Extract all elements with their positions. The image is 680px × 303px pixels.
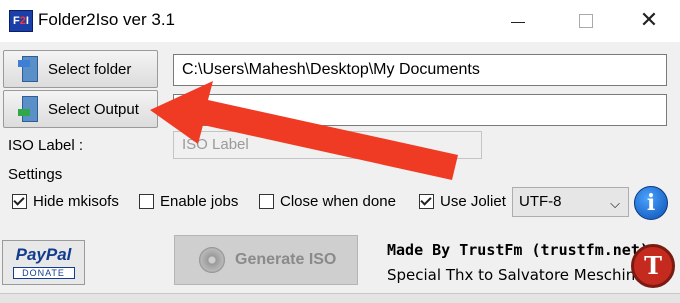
- settings-heading: Settings: [8, 166, 63, 183]
- donate-label: DONATE: [12, 267, 75, 279]
- iso-label-caption: ISO Label :: [8, 137, 84, 154]
- close-button[interactable]: ✕: [626, 6, 672, 36]
- enable-jobs-checkbox[interactable]: Enable jobs: [139, 193, 238, 210]
- disc-icon: [199, 247, 225, 273]
- select-folder-button[interactable]: Select folder: [3, 50, 158, 88]
- select-folder-label: Select folder: [48, 60, 132, 78]
- folder-path-field[interactable]: C:\Users\Mahesh\Desktop\My Documents: [173, 54, 667, 86]
- app-icon: F2I: [9, 10, 33, 32]
- iso-label-field[interactable]: ISO Label: [173, 131, 482, 159]
- paypal-donate-button[interactable]: PayPal DONATE: [2, 240, 85, 285]
- output-path-field[interactable]: [173, 94, 667, 126]
- check-icon: [12, 194, 27, 209]
- hide-mkisofs-checkbox[interactable]: Hide mkisofs: [12, 193, 119, 210]
- close-when-done-checkbox[interactable]: Close when done: [259, 193, 396, 210]
- paypal-logo: PayPal: [15, 245, 72, 264]
- window-title: Folder2Iso ver 3.1: [38, 10, 176, 29]
- select-output-button[interactable]: Select Output: [3, 90, 158, 128]
- check-icon: [419, 194, 434, 209]
- chevron-down-icon: ⌵: [610, 196, 620, 211]
- thanks-text: Special Thx to Salvatore Meschini: [387, 266, 640, 284]
- made-by-text: Made By TrustFm (trustfm.net): [387, 241, 649, 259]
- maximize-button[interactable]: [563, 6, 609, 36]
- minimize-button[interactable]: [495, 6, 541, 36]
- info-icon[interactable]: i: [634, 186, 668, 220]
- folder-door-icon: [18, 56, 40, 82]
- select-output-label: Select Output: [48, 100, 139, 118]
- title-bar: F2I Folder2Iso ver 3.1 ✕: [0, 0, 680, 42]
- trustfm-logo[interactable]: T: [631, 244, 675, 288]
- encoding-select[interactable]: UTF-8 ⌵: [512, 187, 629, 217]
- output-door-icon: [18, 96, 40, 122]
- generate-iso-button[interactable]: Generate ISO: [174, 235, 358, 285]
- use-joliet-checkbox[interactable]: Use Joliet: [419, 193, 506, 210]
